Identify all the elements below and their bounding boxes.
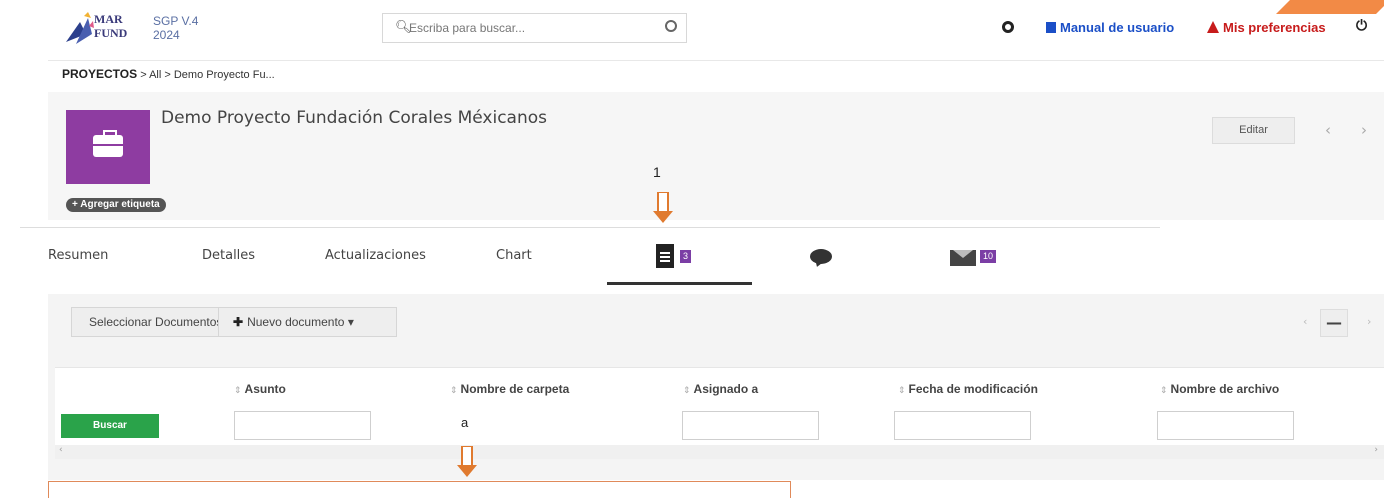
tab-chart[interactable]: Chart [496, 248, 532, 263]
book-icon [1046, 22, 1056, 33]
column-asunto-label: Asunto [244, 382, 286, 396]
breadcrumb-sep: > [161, 69, 174, 81]
project-title: Demo Proyecto Fundación Corales Méxicano… [161, 108, 548, 128]
tab-messages-badge[interactable]: 10 [980, 250, 997, 265]
comments-icon[interactable] [810, 249, 832, 264]
scroll-right-icon[interactable]: › [1374, 445, 1378, 455]
new-document-label: Nuevo documento [247, 315, 345, 329]
breadcrumb-all[interactable]: All [149, 69, 161, 81]
mail-icon[interactable] [950, 250, 976, 266]
sort-icon: ⇕ [1160, 385, 1168, 395]
documents-count-badge: 3 [680, 250, 692, 263]
chevron-right-icon[interactable]: › [1361, 121, 1367, 139]
logo-line2: FUND [94, 26, 128, 40]
filter-asignado-input[interactable] [682, 411, 819, 440]
documents-tab-icon[interactable] [656, 244, 674, 268]
tab-resumen[interactable]: Resumen [48, 248, 108, 263]
power-icon[interactable]: ⏻ [1356, 18, 1367, 34]
user-manual-label: Manual de usuario [1060, 20, 1175, 35]
column-fecha-modificacion[interactable]: ⇕ Fecha de modificación [898, 382, 1038, 396]
edit-button[interactable]: Editar [1212, 117, 1295, 144]
select-documents-button[interactable]: Seleccionar Documentos [71, 307, 219, 337]
caret-down-icon: ▾ [347, 315, 354, 329]
sort-icon: ⇕ [683, 385, 691, 395]
preferences-link[interactable]: Mis preferencias [1207, 20, 1326, 35]
logo-text: MAR FUND [94, 12, 127, 40]
version-text: SGP V.4 [153, 14, 199, 28]
version-year: 2024 [153, 28, 180, 42]
column-nombre-carpeta[interactable]: ⇕ Nombre de carpeta [450, 382, 569, 396]
breadcrumb-current: Demo Proyecto Fu... [173, 69, 275, 81]
user-manual-link[interactable]: Manual de usuario [1046, 20, 1174, 35]
search-input[interactable]: 🔍︎ Escriba para buscar... [382, 13, 687, 43]
logo-line1: MAR [94, 12, 123, 26]
pager-prev-icon[interactable]: ‹ [1303, 315, 1307, 328]
preferences-label: Mis preferencias [1223, 20, 1326, 35]
filter-fecha-input[interactable] [894, 411, 1031, 440]
messages-count-badge: 10 [980, 250, 997, 263]
chevron-left-icon[interactable]: ‹ [1325, 121, 1331, 139]
add-tag-button[interactable]: + Agregar etiqueta [66, 198, 166, 212]
search-placeholder: Escriba para buscar... [409, 21, 526, 35]
plus-icon: ✚ [233, 315, 244, 329]
new-document-button[interactable]: ✚ Nuevo documento ▾ [218, 307, 397, 337]
sort-icon: ⇕ [234, 385, 242, 395]
briefcase-icon [93, 130, 123, 157]
version-label: SGP V.4 2024 [153, 14, 198, 42]
active-tab-indicator [607, 282, 752, 285]
column-nombre-archivo[interactable]: ⇕ Nombre de archivo [1160, 382, 1279, 396]
column-asignado[interactable]: ⇕ Asignado a [683, 382, 758, 396]
column-fecha-label: Fecha de modificación [908, 382, 1038, 396]
pager-current[interactable]: — [1320, 309, 1348, 337]
sort-icon: ⇕ [898, 385, 906, 395]
tab-actualizaciones[interactable]: Actualizaciones [325, 248, 426, 263]
filter-archivo-input[interactable] [1157, 411, 1294, 440]
annotation-callout-box [48, 481, 791, 498]
clear-search-icon[interactable] [665, 20, 677, 32]
column-archivo-label: Nombre de archivo [1170, 382, 1280, 396]
arrow-down-icon [457, 446, 477, 477]
tab-detalles[interactable]: Detalles [202, 248, 255, 263]
top-bar: MAR FUND SGP V.4 2024 🔍︎ Escriba para bu… [0, 0, 1384, 62]
scroll-left-icon[interactable]: ‹ [59, 445, 63, 455]
breadcrumb-sep: > [137, 69, 150, 81]
filter-asunto-input[interactable] [234, 411, 371, 440]
pagination: ‹ — › [1293, 309, 1384, 337]
arrow-down-icon [653, 192, 673, 223]
tab-documents-badge[interactable]: 3 [680, 250, 692, 265]
user-icon [1207, 21, 1219, 33]
column-asunto[interactable]: ⇕ Asunto [234, 382, 286, 396]
pager-next-icon[interactable]: › [1367, 315, 1371, 328]
breadcrumb-projects[interactable]: PROYECTOS [62, 67, 137, 81]
search-button[interactable]: Buscar [61, 414, 159, 438]
breadcrumb: PROYECTOS > All > Demo Proyecto Fu... [62, 67, 275, 81]
corner-accent [1276, 0, 1384, 14]
sort-icon: ⇕ [450, 385, 458, 395]
column-nombre-carpeta-label: Nombre de carpeta [460, 382, 570, 396]
annotation-step-number: 1 [653, 164, 661, 180]
annotation-sub-letter: a [461, 415, 469, 430]
column-asignado-label: Asignado a [693, 382, 759, 396]
horizontal-scrollbar[interactable]: ‹ › [55, 445, 1384, 459]
add-circle-icon[interactable] [1002, 21, 1014, 33]
